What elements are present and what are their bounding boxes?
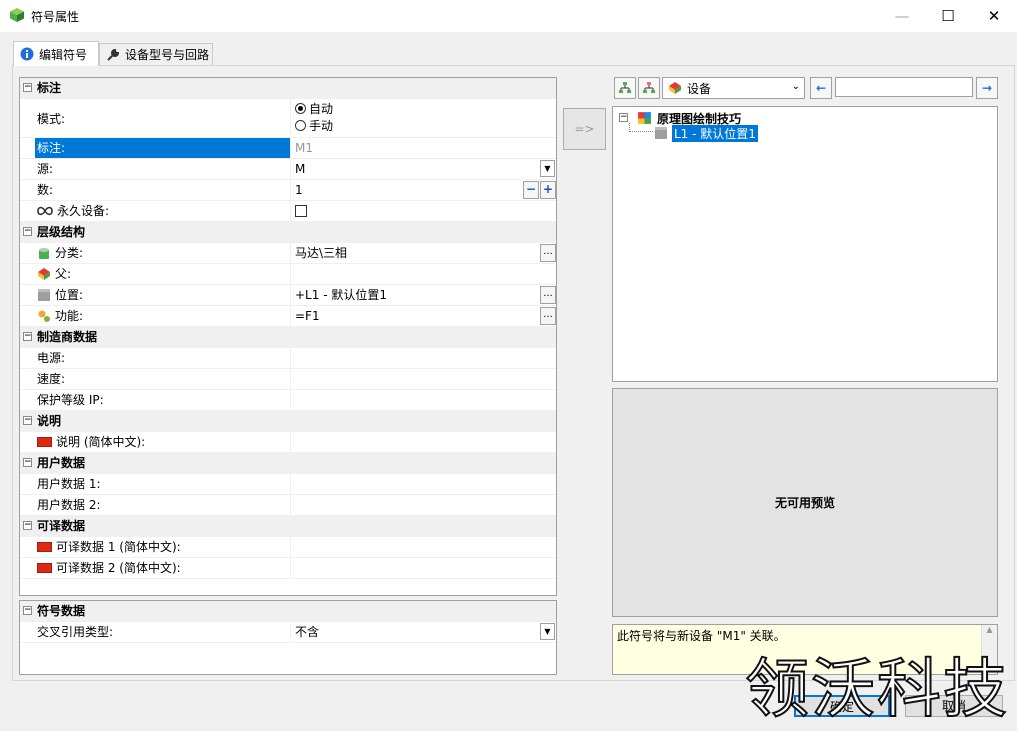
row-location: 位置: +L1 - 默认位置1 ... [20,285,556,306]
class-value: 马达\三相 [295,246,348,260]
tree-item-location[interactable]: L1 - 默认位置1 [672,125,758,142]
radio-checked-icon [295,103,306,114]
browse-location-button[interactable]: ... [540,286,556,304]
category-annotation[interactable]: − 标注 [20,78,556,99]
row-source: 源: M ▼ [20,159,556,180]
row-ip: 保护等级 IP: [20,390,556,411]
title-bar: 符号属性 — ☐ ✕ [0,0,1017,32]
source-dropdown[interactable]: M ▼ [290,159,556,179]
minus-icon[interactable]: − [523,181,539,199]
radio-auto[interactable]: 自动 [295,101,556,118]
minimize-button[interactable]: — [879,0,925,32]
function-gear-icon [38,310,50,322]
tab-label: 编辑符号 [39,47,88,62]
row-function: 功能: =F1 ... [20,306,556,327]
category-hierarchy[interactable]: − 层级结构 [20,222,556,243]
maximize-button[interactable]: ☐ [925,0,971,32]
arrow-right-icon: → [981,81,993,95]
search-input[interactable] [835,77,973,97]
category-description[interactable]: − 说明 [20,411,556,432]
row-description: 说明 (简体中文): [20,432,556,453]
app-cube-icon [10,8,24,22]
row-xref-type: 交叉引用类型: 不含 ▼ [20,622,556,643]
tab-label: 设备型号与回路 [125,48,210,62]
row-speed: 速度: [20,369,556,390]
collapse-icon[interactable]: − [23,227,32,236]
china-flag-icon [37,437,52,447]
collapse-icon[interactable]: − [619,113,628,122]
infinity-icon [37,206,53,216]
xref-dropdown[interactable]: 不含 ▼ [290,622,556,642]
device-tree: − 原理图绘制技巧 L1 - 默认位置1 [612,106,998,382]
tree-view-button[interactable] [614,77,636,99]
device-cube-icon [669,82,681,94]
row-mode: 模式: 自动 手动 [20,99,556,138]
nav-back-button[interactable]: ← [810,77,832,99]
info-icon [20,47,34,61]
permanent-checkbox[interactable] [295,205,307,217]
property-grid: − 标注 模式: 自动 手动 标注: M1 源: M ▼ 数: 1 − + 永久… [19,77,557,596]
tree-hierarchy-alt-icon [643,82,655,93]
tab-device-model[interactable]: 设备型号与回路 [99,43,213,65]
category-manufacturer[interactable]: − 制造商数据 [20,327,556,348]
plus-icon[interactable]: + [540,181,556,199]
chevron-down-icon[interactable]: ▼ [540,160,555,177]
row-class: 分类: 马达\三相 ... [20,243,556,264]
category-symbol-data[interactable]: − 符号数据 [20,601,556,622]
location-box-icon [655,127,667,139]
category-translatable[interactable]: − 可译数据 [20,516,556,537]
location-box-icon [38,289,50,301]
china-flag-icon [37,542,52,552]
row-user-data-2: 用户数据 2: [20,495,556,516]
row-user-data-1: 用户数据 1: [20,474,556,495]
tree-hierarchy-icon [619,82,631,93]
parent-device-icon [38,268,50,280]
location-value: +L1 - 默认位置1 [295,288,387,302]
window-title: 符号属性 [31,10,80,24]
browse-class-button[interactable]: ... [540,244,556,262]
collapse-icon[interactable]: − [23,83,32,92]
browse-function-button[interactable]: ... [540,307,556,325]
function-value: =F1 [295,309,320,323]
filter-dropdown[interactable]: 设备 ⌄ [662,77,805,99]
tab-edit-symbol[interactable]: 编辑符号 [13,41,99,66]
radio-empty-icon [295,120,306,131]
class-bucket-icon [39,248,49,259]
nav-forward-button[interactable]: → [976,77,998,99]
row-translatable-1: 可译数据 1 (简体中文): [20,537,556,558]
category-user-data[interactable]: − 用户数据 [20,453,556,474]
symbol-preview: 无可用预览 [612,388,998,617]
row-permanent: 永久设备: [20,201,556,222]
collapse-icon[interactable]: − [23,458,32,467]
arrow-left-icon: ← [815,81,827,95]
symbol-data-grid: − 符号数据 交叉引用类型: 不含 ▼ [19,600,557,675]
collapse-icon[interactable]: − [23,606,32,615]
tag-value[interactable]: M1 [290,138,556,158]
tree-view-alt-button[interactable] [638,77,660,99]
chevron-down-icon[interactable]: ▼ [540,623,555,640]
wrench-icon [107,48,120,61]
collapse-icon[interactable]: − [23,521,32,530]
chevron-down-icon: ⌄ [791,81,800,92]
china-flag-icon [37,563,52,573]
close-button[interactable]: ✕ [971,0,1017,32]
row-power: 电源: [20,348,556,369]
collapse-icon[interactable]: − [23,416,32,425]
row-count: 数: 1 − + [20,180,556,201]
row-parent: 父: [20,264,556,285]
assign-button[interactable]: => [563,108,606,150]
radio-manual[interactable]: 手动 [295,118,556,135]
row-translatable-2: 可译数据 2 (简体中文): [20,558,556,579]
collapse-icon[interactable]: − [23,332,32,341]
chevron-up-icon[interactable]: ▲ [982,625,997,634]
row-tag[interactable]: 标注: M1 [20,138,556,159]
count-stepper[interactable]: 1 − + [290,180,556,200]
watermark-text: 领沃科技 [744,652,1009,728]
